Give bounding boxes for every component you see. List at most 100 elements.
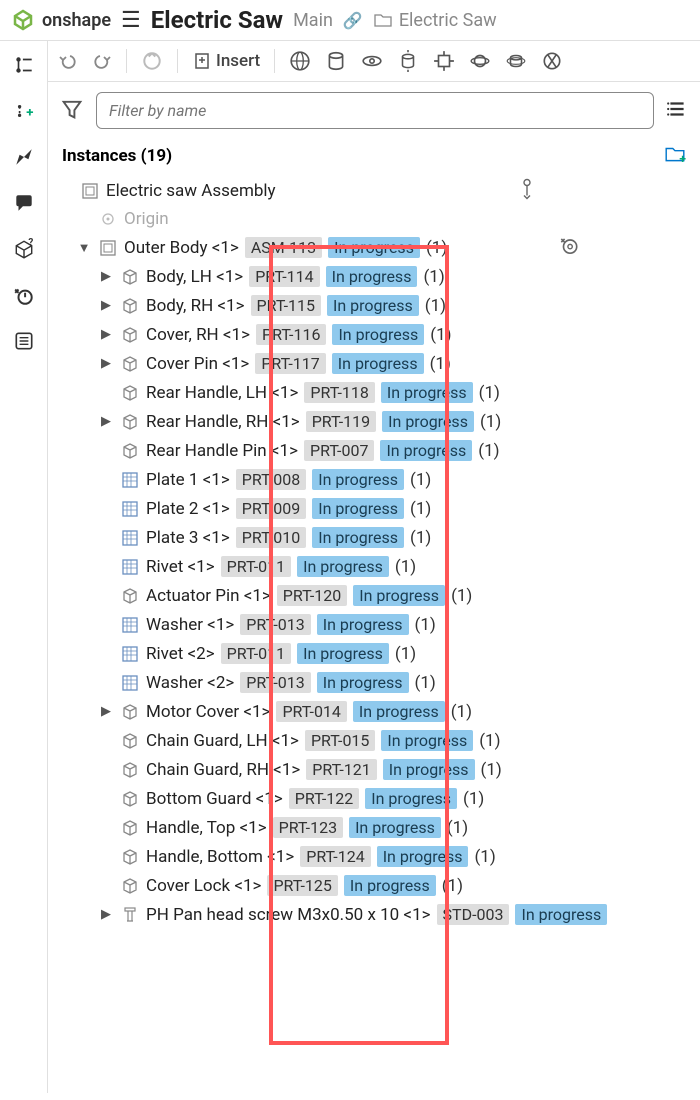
tree-row[interactable]: ▶Rivet <1>PRT-011In progress(1) — [48, 552, 686, 581]
status-badge[interactable]: In progress — [365, 788, 457, 809]
tree-row[interactable]: ▶PH Pan head screw M3x0.50 x 10 <1>STD-0… — [48, 900, 686, 929]
chevron-icon[interactable]: ▶ — [98, 298, 114, 313]
status-badge[interactable]: In progress — [349, 817, 441, 838]
timer-icon[interactable] — [12, 283, 36, 307]
chevron-icon[interactable]: ▶ — [98, 327, 114, 342]
part-number-tag[interactable]: PRT-125 — [267, 875, 337, 896]
tree-row[interactable]: ▶Motor Cover <1>PRT-014In progress(1) — [48, 697, 686, 726]
pen-icon[interactable] — [12, 145, 36, 169]
status-badge[interactable]: In progress — [383, 759, 475, 780]
tree-row[interactable]: ▶Body, LH <1>PRT-114In progress(1) — [48, 262, 686, 291]
tree-row[interactable]: ▶Rear Handle Pin <1>PRT-007In progress(1… — [48, 436, 686, 465]
part-number-tag[interactable]: PRT-122 — [289, 788, 359, 809]
status-badge[interactable]: In progress — [317, 672, 409, 693]
tree-row[interactable]: ▶Body, RH <1>PRT-115In progress(1) — [48, 291, 686, 320]
tree-row[interactable]: ▶Actuator Pin <1>PRT-120In progress(1) — [48, 581, 686, 610]
part-number-tag[interactable]: PRT-010 — [236, 527, 306, 548]
part-number-tag[interactable]: STD-003 — [437, 904, 510, 925]
tree-row[interactable]: ▶Rear Handle, LH <1>PRT-118In progress(1… — [48, 378, 686, 407]
status-badge[interactable]: In progress — [326, 266, 418, 287]
tree-row[interactable]: ▶Washer <2>PRT-013In progress(1) — [48, 668, 686, 697]
filter-input[interactable] — [96, 92, 654, 129]
hamburger-icon[interactable]: ☰ — [121, 8, 141, 33]
tree-row[interactable]: ▶Plate 3 <1>PRT-010In progress(1) — [48, 523, 686, 552]
status-badge[interactable]: In progress — [297, 643, 389, 664]
tree-row[interactable]: ▶Chain Guard, LH <1>PRT-015In progress(1… — [48, 726, 686, 755]
status-badge[interactable]: In progress — [382, 411, 474, 432]
part-number-tag[interactable]: PRT-119 — [306, 411, 376, 432]
part-number-tag[interactable]: PRT-009 — [236, 498, 306, 519]
part-number-tag[interactable]: PRT-008 — [236, 469, 306, 490]
status-badge[interactable]: In progress — [353, 701, 445, 722]
part-number-tag[interactable]: PRT-011 — [221, 556, 291, 577]
status-badge[interactable]: In progress — [381, 730, 473, 751]
breadcrumb[interactable]: Electric Saw — [373, 10, 497, 31]
planar-icon[interactable] — [433, 50, 455, 72]
status-badge[interactable]: In progress — [377, 846, 469, 867]
assembly-root[interactable]: ▶ Electric saw Assembly — [48, 177, 686, 205]
part-number-tag[interactable]: PRT-121 — [306, 759, 376, 780]
part-number-tag[interactable]: PRT-007 — [304, 440, 374, 461]
status-badge[interactable]: In progress — [381, 382, 473, 403]
tree-row[interactable]: ▶Bottom Guard <1>PRT-122In progress(1) — [48, 784, 686, 813]
funnel-icon[interactable] — [60, 97, 84, 125]
part-number-tag[interactable]: PRT-015 — [305, 730, 375, 751]
instance-tree[interactable]: ▶ Electric saw Assembly ▶ Origin ▼Outer … — [48, 177, 700, 1093]
features-icon[interactable] — [12, 53, 36, 77]
status-badge[interactable]: In progress — [312, 498, 404, 519]
tree-row[interactable]: ▶Handle, Bottom <1>PRT-124In progress(1) — [48, 842, 686, 871]
status-badge[interactable]: In progress — [353, 585, 445, 606]
revolute-icon[interactable] — [361, 50, 383, 72]
tree-row[interactable]: ▶Cover Pin <1>PRT-117In progress(1) — [48, 349, 686, 378]
tree-row[interactable]: ▶Cover Lock <1>PRT-125In progress(1) — [48, 871, 686, 900]
part-number-tag[interactable]: PRT-118 — [304, 382, 374, 403]
status-badge[interactable]: In progress — [312, 527, 404, 548]
part-number-tag[interactable]: PRT-011 — [221, 643, 291, 664]
comment-icon[interactable] — [12, 191, 36, 215]
branch-name[interactable]: Main — [293, 10, 333, 31]
status-badge[interactable]: In progress — [297, 556, 389, 577]
globe-icon[interactable] — [289, 50, 311, 72]
cylinder-icon[interactable] — [325, 50, 347, 72]
status-badge[interactable]: In progress — [332, 324, 424, 345]
tree-row[interactable]: ▼Outer Body <1>ASM-113In progress(1) — [48, 233, 686, 262]
add-instance-icon[interactable]: + — [664, 143, 686, 169]
config-gear-icon[interactable] — [558, 234, 580, 261]
ball-icon[interactable] — [469, 50, 491, 72]
part-number-tag[interactable]: ASM-113 — [245, 237, 322, 258]
redo-button[interactable] — [92, 51, 112, 71]
part-number-tag[interactable]: PRT-117 — [255, 353, 325, 374]
parallel-icon[interactable] — [541, 50, 563, 72]
status-badge[interactable]: In progress — [317, 614, 409, 635]
status-badge[interactable]: In progress — [332, 353, 424, 374]
tree-row[interactable]: ▶Washer <1>PRT-013In progress(1) — [48, 610, 686, 639]
undo-button[interactable] — [58, 51, 78, 71]
part-number-tag[interactable]: PRT-114 — [249, 266, 319, 287]
chevron-icon[interactable]: ▼ — [76, 240, 92, 256]
refresh-button[interactable] — [141, 50, 163, 72]
tree-row[interactable]: ▶Chain Guard, RH <1>PRT-121In progress(1… — [48, 755, 686, 784]
pin-slot-icon[interactable] — [505, 50, 527, 72]
part-number-tag[interactable]: PRT-120 — [277, 585, 347, 606]
link-icon[interactable]: 🔗 — [343, 11, 363, 30]
tree-row[interactable]: ▶Cover, RH <1>PRT-116In progress(1) — [48, 320, 686, 349]
chevron-icon[interactable]: ▶ — [98, 269, 114, 284]
add-feature-icon[interactable]: + — [12, 99, 36, 123]
status-badge[interactable]: In progress — [328, 237, 420, 258]
status-badge[interactable]: In progress — [380, 440, 472, 461]
status-badge[interactable]: In progress — [515, 904, 607, 925]
document-title[interactable]: Electric Saw — [151, 6, 283, 34]
status-badge[interactable]: In progress — [312, 469, 404, 490]
status-badge[interactable]: In progress — [344, 875, 436, 896]
chevron-icon[interactable]: ▶ — [98, 414, 114, 429]
part-number-tag[interactable]: PRT-116 — [256, 324, 326, 345]
part-number-tag[interactable]: PRT-013 — [240, 614, 310, 635]
chevron-icon[interactable]: ▶ — [98, 704, 114, 719]
part-number-tag[interactable]: PRT-123 — [273, 817, 343, 838]
logo[interactable]: onshape — [10, 7, 111, 33]
mate-connector-icon[interactable] — [518, 178, 536, 205]
status-badge[interactable]: In progress — [327, 295, 419, 316]
part-number-tag[interactable]: PRT-014 — [276, 701, 346, 722]
tree-row[interactable]: ▶Rivet <2>PRT-011In progress(1) — [48, 639, 686, 668]
part-number-tag[interactable]: PRT-124 — [300, 846, 370, 867]
